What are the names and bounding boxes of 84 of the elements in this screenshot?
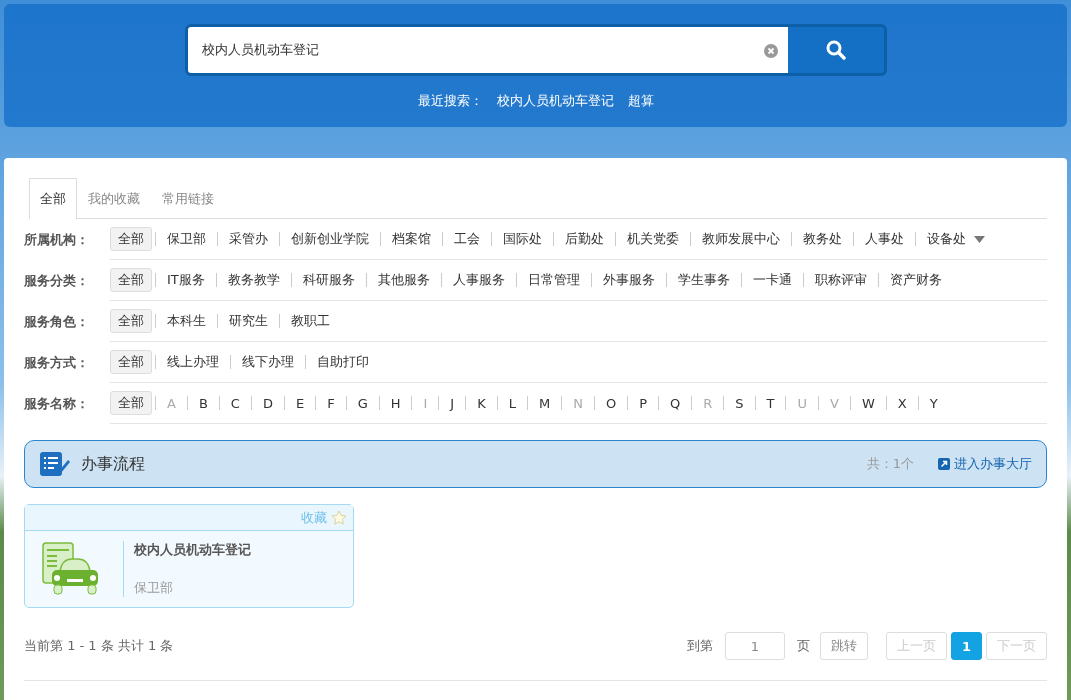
filter-label: 服务方式： <box>24 354 90 372</box>
filter-option[interactable]: S <box>727 392 752 414</box>
filter-option[interactable]: 全部 <box>110 391 152 415</box>
star-icon[interactable] <box>331 509 347 526</box>
filter-option[interactable]: 全部 <box>110 227 152 251</box>
filter-option[interactable]: 保卫部 <box>159 227 214 251</box>
filter-option[interactable]: 后勤处 <box>557 227 612 251</box>
filter-option[interactable]: G <box>349 392 376 414</box>
filter-option[interactable]: 机关党委 <box>619 227 687 251</box>
page-unit: 页 <box>796 637 810 655</box>
filter-option[interactable]: 全部 <box>110 268 152 292</box>
list-edit-icon <box>39 451 71 477</box>
tab[interactable]: 全部 <box>29 178 77 219</box>
filter-option[interactable]: 其他服务 <box>369 268 438 292</box>
filter-option[interactable]: P <box>631 392 655 414</box>
page-input[interactable]: 1 <box>724 632 785 660</box>
filter-option[interactable]: 档案馆 <box>384 227 439 251</box>
filter-option[interactable]: 教职工 <box>283 309 338 333</box>
filter-option[interactable]: 工会 <box>446 227 488 251</box>
result-summary: 当前第 1 - 1 条 共计 1 条 <box>24 637 175 655</box>
filter-label: 所属机构： <box>24 231 90 249</box>
filter-option[interactable]: K <box>469 392 494 414</box>
external-link-icon <box>938 458 950 470</box>
filter-option[interactable]: F <box>319 392 343 414</box>
filter-label: 服务角色： <box>24 313 90 331</box>
filter-option[interactable]: O <box>597 392 625 414</box>
item-count: 共：1个 <box>866 455 914 473</box>
filter-option[interactable]: 一卡通 <box>744 268 800 292</box>
filter-option[interactable]: X <box>889 392 915 414</box>
search-button[interactable] <box>787 27 884 73</box>
filter-option[interactable]: 国际处 <box>495 227 550 251</box>
filter-option[interactable]: 采管办 <box>221 227 276 251</box>
filter-option[interactable]: 学生事务 <box>669 268 738 292</box>
search-icon <box>825 40 846 60</box>
filter-option[interactable]: 外事服务 <box>594 268 663 292</box>
filter-option[interactable]: C <box>222 392 248 414</box>
filter-option[interactable]: 自助打印 <box>309 350 377 374</box>
goto-label: 到第 <box>686 637 713 655</box>
department-name: 保卫部 <box>134 579 174 597</box>
filter-option[interactable]: 人事处 <box>857 227 912 251</box>
section-title: 办事流程 <box>81 453 146 475</box>
filter-option[interactable]: H <box>382 392 409 414</box>
filter-option[interactable]: T <box>758 392 783 414</box>
filter-option[interactable]: 线上办理 <box>159 350 227 374</box>
service-name: 校内人员机动车登记 <box>134 541 251 559</box>
filter-option[interactable]: Q <box>662 392 689 414</box>
search-field[interactable]: 校内人员机动车登记 <box>187 27 788 73</box>
filter-label: 服务分类： <box>24 272 90 290</box>
filter-option[interactable]: W <box>853 392 883 414</box>
filter-option[interactable]: 全部 <box>110 309 152 333</box>
filter-option[interactable]: Y <box>921 392 946 414</box>
filter-option[interactable]: B <box>190 392 216 414</box>
filter-option[interactable]: 全部 <box>110 350 152 374</box>
tab[interactable]: 常用链接 <box>151 178 225 219</box>
service-hall-link[interactable]: 进入办事大厅 <box>938 455 1032 473</box>
filter-option[interactable]: 教务处 <box>795 227 850 251</box>
clear-icon[interactable] <box>763 44 778 58</box>
filter-option[interactable]: 人事服务 <box>444 268 513 292</box>
jump-button[interactable]: 跳转 <box>819 632 868 660</box>
recent-search-link[interactable]: 校内人员机动车登记 <box>496 92 614 110</box>
filter-option[interactable]: 设备处 <box>919 227 974 251</box>
filter-option[interactable]: M <box>530 392 559 414</box>
recent-search-label: 最近搜索： <box>417 92 483 110</box>
filter-option[interactable]: J <box>442 392 463 414</box>
filter-option[interactable]: 创新创业学院 <box>283 227 377 251</box>
filter-option[interactable]: 资产财务 <box>881 268 950 292</box>
service-card[interactable]: 收藏 校内人员机动车登记 保卫部 <box>24 504 354 608</box>
filter-option[interactable]: D <box>254 392 281 414</box>
filter-option[interactable]: 日常管理 <box>519 268 588 292</box>
filter-option[interactable]: 教务教学 <box>219 268 288 292</box>
filter-label: 服务名称： <box>24 395 90 413</box>
filter-option[interactable]: 职称评审 <box>806 268 875 292</box>
caret-icon[interactable] <box>974 235 985 243</box>
filter-option[interactable]: L <box>500 392 524 414</box>
tab[interactable]: 我的收藏 <box>77 178 151 219</box>
car-document-icon <box>41 541 101 597</box>
filter-option[interactable]: 本科生 <box>159 309 214 333</box>
filter-option[interactable]: 线下办理 <box>234 350 302 374</box>
filter-option[interactable]: 研究生 <box>221 309 276 333</box>
recent-search-link[interactable]: 超算 <box>627 92 654 110</box>
filter-option[interactable]: 教师发展中心 <box>694 227 788 251</box>
filter-option[interactable]: 科研服务 <box>294 268 363 292</box>
filter-option[interactable]: IT服务 <box>159 268 213 292</box>
filter-option[interactable]: E <box>287 392 313 414</box>
